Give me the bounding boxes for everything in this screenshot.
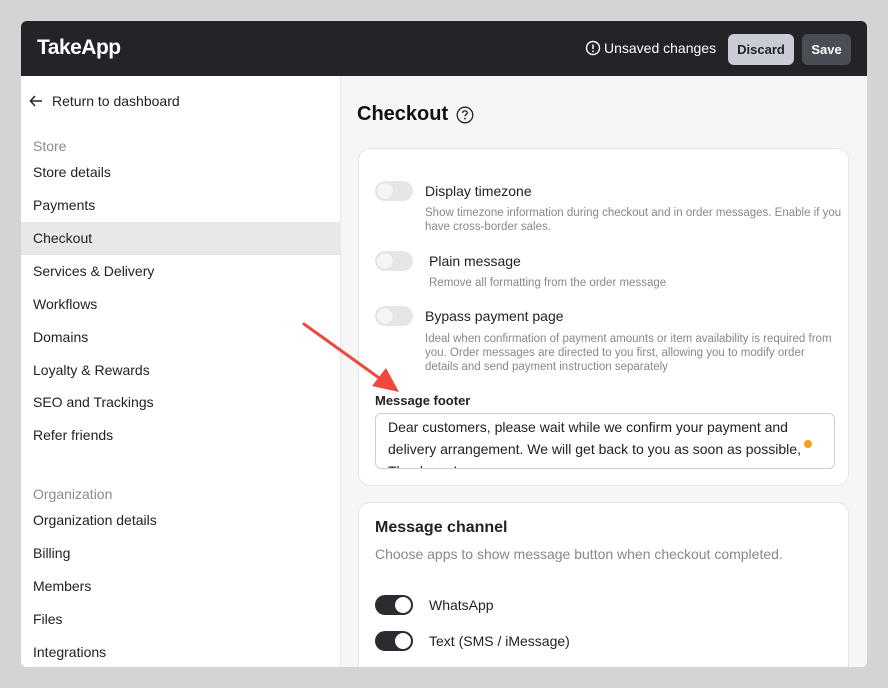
page-title: Checkout: [357, 103, 474, 126]
unsaved-label: Unsaved changes: [604, 40, 717, 56]
return-to-dashboard-label: Return to dashboard: [52, 93, 180, 109]
return-to-dashboard-link[interactable]: Return to dashboard: [29, 93, 180, 109]
sidebar-item-billing[interactable]: Billing: [21, 537, 340, 570]
top-bar: TakeApp Unsaved changes Discard Save: [21, 21, 867, 76]
organization-group-label: Organization: [33, 486, 113, 502]
page-title-text: Checkout: [357, 103, 449, 125]
sidebar-item-refer-friends[interactable]: Refer friends: [21, 419, 340, 452]
whatsapp-label: WhatsApp: [429, 597, 494, 613]
discard-button[interactable]: Discard: [728, 34, 794, 65]
text-sms-imessage-toggle[interactable]: [375, 631, 413, 651]
message-footer-text: Dear customers, please wait while we con…: [388, 419, 801, 468]
message-channel-subtitle: Choose apps to show message button when …: [375, 546, 783, 562]
help-circle-icon[interactable]: [456, 106, 474, 124]
alert-circle-icon: [585, 40, 601, 56]
sidebar-item-domains[interactable]: Domains: [21, 321, 340, 354]
plain-message-description: Remove all formatting from the order mes…: [429, 277, 667, 289]
sidebar-item-loyalty-rewards[interactable]: Loyalty & Rewards: [21, 354, 340, 387]
display-timezone-label: Display timezone: [425, 183, 532, 199]
message-channel-card: Message channel Choose apps to show mess…: [358, 502, 849, 667]
unsaved-dot-indicator: [804, 440, 812, 448]
sidebar-item-payments[interactable]: Payments: [21, 189, 340, 222]
sidebar-item-seo-trackings[interactable]: SEO and Trackings: [21, 386, 340, 419]
sidebar-item-store-details[interactable]: Store details: [21, 156, 340, 189]
whatsapp-toggle[interactable]: [375, 595, 413, 615]
sidebar-item-checkout[interactable]: Checkout: [21, 222, 340, 255]
arrow-left-icon: [29, 95, 42, 107]
store-group-label: Store: [33, 138, 67, 154]
app-window: TakeApp Unsaved changes Discard Save Ret…: [21, 21, 867, 667]
sidebar-item-organization-details[interactable]: Organization details: [21, 504, 340, 537]
sidebar-item-files[interactable]: Files: [21, 603, 340, 636]
display-timezone-toggle[interactable]: [375, 181, 413, 201]
main-content: Checkout Display timezone Show timezone …: [341, 76, 867, 667]
sidebar: Return to dashboard Store Store details …: [21, 76, 341, 667]
plain-message-toggle[interactable]: [375, 251, 413, 271]
message-footer-label: Message footer: [375, 393, 471, 408]
bypass-payment-page-description: Ideal when confirmation of payment amoun…: [425, 333, 832, 373]
sidebar-item-workflows[interactable]: Workflows: [21, 288, 340, 321]
save-button[interactable]: Save: [802, 34, 851, 65]
bypass-payment-page-label: Bypass payment page: [425, 308, 564, 324]
unsaved-indicator: Unsaved changes: [585, 40, 716, 56]
text-sms-imessage-label: Text (SMS / iMessage): [429, 633, 570, 649]
message-channel-title: Message channel: [375, 519, 508, 536]
sidebar-item-integrations[interactable]: Integrations: [21, 636, 340, 667]
sidebar-item-services-delivery[interactable]: Services & Delivery: [21, 255, 340, 288]
message-footer-textarea[interactable]: Dear customers, please wait while we con…: [375, 413, 835, 469]
plain-message-label: Plain message: [429, 253, 521, 269]
app-logo[interactable]: TakeApp: [37, 36, 121, 60]
checkout-options-card: Display timezone Show timezone informati…: [358, 148, 849, 486]
display-timezone-description: Show timezone information during checkou…: [425, 207, 842, 233]
bypass-payment-page-toggle[interactable]: [375, 306, 413, 326]
sidebar-item-members[interactable]: Members: [21, 570, 340, 603]
